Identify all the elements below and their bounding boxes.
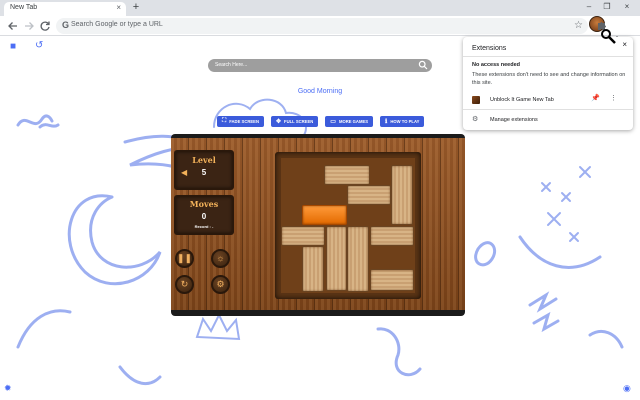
- tab-close-icon[interactable]: ×: [116, 3, 121, 13]
- wood-block[interactable]: [391, 165, 413, 225]
- moves-value: 0: [201, 212, 207, 221]
- fade-screen-label: FADE SCREEN: [229, 119, 259, 124]
- moves-title: Moves: [189, 199, 219, 209]
- section-heading: No access needed: [472, 62, 520, 68]
- full-screen-label: FULL SCREEN: [284, 119, 314, 124]
- more-games-label: MORE GAMES: [338, 119, 369, 124]
- full-screen-button[interactable]: ✥ FULL SCREEN: [271, 116, 319, 127]
- key-block[interactable]: [302, 205, 347, 225]
- forward-arrow-icon: [25, 22, 34, 30]
- reload-icon: [40, 21, 50, 31]
- wood-background: Level 5 ◀ Moves 0 Record : - ❚❚ ☼ ↻ ⚙: [171, 138, 465, 310]
- manage-extensions-link[interactable]: Manage extensions: [490, 117, 538, 123]
- new-tab-button[interactable]: +: [130, 2, 142, 14]
- back-button[interactable]: [6, 19, 20, 33]
- prev-level-icon[interactable]: ◀: [181, 168, 187, 177]
- moves-panel: Moves 0 Record : -: [174, 195, 234, 235]
- settings-gear-icon[interactable]: ⚙: [211, 275, 230, 294]
- extension-app-icon: [472, 96, 480, 104]
- wood-block[interactable]: [281, 226, 325, 246]
- level-title: Level: [192, 155, 216, 165]
- fullscreen-icon: ⛶: [222, 118, 227, 124]
- gamepad-icon: ▭: [330, 119, 336, 125]
- divider: [463, 56, 633, 57]
- pin-icon[interactable]: 📌: [591, 95, 600, 103]
- tab-new-tab[interactable]: New Tab ×: [4, 2, 126, 16]
- pause-button[interactable]: ❚❚: [175, 249, 194, 268]
- minimize-button[interactable]: –: [582, 1, 596, 13]
- mouse-cursor-icon: [601, 29, 616, 44]
- reload-button[interactable]: [38, 19, 52, 33]
- wood-block[interactable]: [347, 185, 391, 205]
- settings-icon[interactable]: ✹: [4, 383, 12, 393]
- section-description: These extensions don't need to see and c…: [472, 72, 626, 86]
- search-placeholder: Search Here...: [215, 62, 248, 68]
- more-options-icon[interactable]: ⋮: [610, 95, 617, 103]
- puzzle-board: [275, 152, 421, 299]
- gear-icon: ⚙: [472, 116, 479, 123]
- hint-bulb-icon[interactable]: ☼: [211, 249, 230, 268]
- restart-button[interactable]: ↻: [175, 275, 194, 294]
- forward-button[interactable]: [22, 19, 36, 33]
- tab-title: New Tab: [10, 4, 38, 11]
- fullscreen-icon: ✥: [276, 119, 282, 125]
- back-arrow-icon: [8, 22, 17, 30]
- record-label: Record : -: [194, 224, 214, 229]
- google-icon: G: [61, 20, 69, 30]
- wood-block[interactable]: [370, 269, 414, 291]
- search-bar[interactable]: Search Here...: [208, 59, 432, 72]
- history-icon[interactable]: ↺: [35, 40, 43, 52]
- fade-screen-button[interactable]: ⛶ FADE SCREEN: [217, 116, 264, 127]
- more-games-button[interactable]: ▭ MORE GAMES: [325, 116, 374, 127]
- restore-button[interactable]: ❐: [600, 1, 614, 13]
- game-canvas[interactable]: Level 5 ◀ Moves 0 Record : - ❚❚ ☼ ↻ ⚙: [171, 134, 465, 316]
- extension-name[interactable]: Unblock It Game New Tab: [490, 97, 554, 103]
- omnibox-placeholder: Search Google or type a URL: [71, 21, 163, 28]
- info-bubble-icon[interactable]: ◉: [623, 383, 631, 393]
- wood-block[interactable]: [370, 226, 414, 246]
- popup-title: Extensions: [472, 45, 507, 52]
- wood-block[interactable]: [347, 226, 369, 292]
- popup-close-icon[interactable]: ×: [622, 40, 627, 50]
- extensions-popup: Extensions × No access needed These exte…: [463, 37, 633, 130]
- wood-block[interactable]: [326, 226, 347, 291]
- game-button-row: ⛶ FADE SCREEN ✥ FULL SCREEN ▭ MORE GAMES…: [217, 116, 425, 127]
- bookmark-icon[interactable]: ■: [10, 41, 16, 53]
- how-to-play-button[interactable]: ℹ HOW TO PLAY: [380, 116, 425, 127]
- search-icon[interactable]: [418, 60, 428, 70]
- tab-strip: New Tab × + – ❐ ×: [0, 0, 640, 16]
- bookmark-star-icon[interactable]: ☆: [574, 19, 583, 33]
- browser-toolbar: G Search Google or type a URL ☆ ⋮: [0, 16, 640, 46]
- level-panel: Level 5 ◀: [174, 150, 234, 190]
- omnibox[interactable]: G Search Google or type a URL ☆: [56, 18, 588, 34]
- info-icon: ℹ: [385, 119, 388, 125]
- wood-block[interactable]: [324, 165, 370, 185]
- how-to-play-label: HOW TO PLAY: [390, 119, 420, 124]
- wood-block[interactable]: [302, 246, 324, 292]
- window-close-button[interactable]: ×: [620, 1, 634, 13]
- divider: [463, 109, 633, 110]
- board-grid: [281, 158, 415, 293]
